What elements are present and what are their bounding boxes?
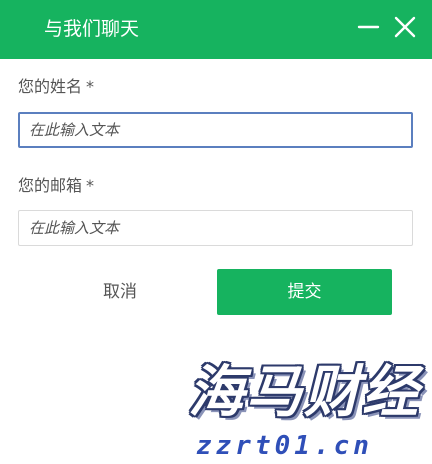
submit-button[interactable]: 提交 <box>217 269 392 315</box>
email-input[interactable] <box>18 210 413 246</box>
dialog-header: 与我们聊天 <box>0 0 432 59</box>
name-label: 您的姓名 * <box>18 76 94 98</box>
close-button[interactable] <box>390 12 420 42</box>
name-input[interactable] <box>18 112 413 148</box>
minimize-icon <box>357 25 380 29</box>
dialog-title: 与我们聊天 <box>44 18 140 40</box>
watermark-logo: 海马财经 <box>188 359 420 425</box>
chat-dialog: 与我们聊天 您的姓名* 您的邮箱* 取消 提交 海马财经 zzrt01.cn <box>0 0 432 464</box>
email-required-mark: * <box>86 176 95 195</box>
close-icon <box>394 16 416 38</box>
name-label-text: 您的姓名 <box>18 77 83 96</box>
email-label-text: 您的邮箱 <box>18 176 83 195</box>
email-label: 您的邮箱 * <box>18 175 94 197</box>
name-required-mark: * <box>86 77 95 96</box>
cancel-button[interactable]: 取消 <box>42 269 198 315</box>
watermark-url: zzrt01.cn <box>196 431 373 461</box>
minimize-button[interactable] <box>354 12 384 42</box>
